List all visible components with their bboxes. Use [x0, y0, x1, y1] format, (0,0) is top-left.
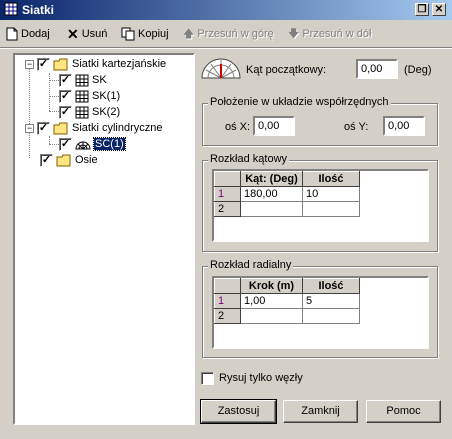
tree-node-cartesian[interactable]: − ✓ Siatki kartezjańskie: [25, 56, 166, 72]
tree-node-sc1[interactable]: ✓ SC(1): [59, 136, 126, 152]
move-up-label: Przesuń w górę: [197, 28, 274, 40]
tree-label: Osie: [75, 154, 98, 166]
sk2-checkbox[interactable]: ✓: [59, 105, 72, 119]
start-angle-input[interactable]: [356, 59, 398, 79]
tree-label: SK(2): [92, 106, 121, 118]
restore-button[interactable]: ❐: [415, 3, 429, 16]
tree-node-axes[interactable]: ✓ Osie: [40, 152, 98, 168]
count-cell[interactable]: 10: [302, 186, 360, 202]
close-dialog-button[interactable]: Zamknij: [283, 400, 358, 423]
app-icon: [4, 2, 18, 16]
angular-group-label: Rozkład kątowy: [208, 153, 290, 165]
step-cell[interactable]: [240, 308, 303, 324]
angle-cell[interactable]: 180,00: [240, 186, 303, 202]
column-header-step[interactable]: Krok (m): [240, 278, 303, 294]
y-axis-label: oś Y:: [344, 121, 369, 133]
row-number[interactable]: 1: [214, 186, 241, 202]
x-axis-input[interactable]: [253, 116, 295, 136]
table-row[interactable]: 2: [214, 308, 360, 324]
move-up-button[interactable]: 🡅 Przesuń w górę: [183, 25, 274, 43]
column-header-angle[interactable]: Kąt: (Deg): [240, 171, 303, 187]
tree-label: Siatki cylindryczne: [72, 122, 163, 134]
folder-icon: [53, 122, 68, 134]
close-button[interactable]: ✕: [432, 3, 446, 16]
radial-table[interactable]: Krok (m) Ilość 1 1,00 5 2: [212, 276, 429, 349]
y-axis-input[interactable]: [383, 116, 425, 136]
tree-label: Siatki kartezjańskie: [72, 58, 167, 70]
column-header-count[interactable]: Ilość: [302, 278, 360, 294]
angle-gauge-icon: [201, 58, 241, 79]
step-cell[interactable]: 1,00: [240, 293, 303, 309]
angular-table[interactable]: Kąt: (Deg) Ilość 1 180,00 10 2: [212, 169, 429, 242]
cartesian-checkbox[interactable]: ✓: [37, 57, 50, 71]
cylindrical-checkbox[interactable]: ✓: [37, 121, 50, 135]
copy-label: Kopiuj: [138, 28, 169, 40]
tree-node-sk2[interactable]: ✓ SK(2): [59, 104, 120, 120]
copy-button[interactable]: Kopiuj: [121, 25, 169, 43]
folder-icon: [53, 58, 68, 70]
add-label: Dodaj: [21, 28, 50, 40]
toolbar-separator: [0, 47, 452, 49]
title-bar[interactable]: [0, 0, 452, 20]
move-down-button[interactable]: 🡇 Przesuń w dół: [288, 25, 371, 43]
count-cell[interactable]: [302, 308, 360, 324]
count-cell[interactable]: 5: [302, 293, 360, 309]
start-angle-unit: (Deg): [404, 64, 432, 76]
tree-label: SK: [92, 74, 107, 86]
delete-button[interactable]: ✕ Usuń: [67, 25, 107, 43]
collapse-icon[interactable]: −: [25, 59, 34, 69]
table-corner: [214, 171, 241, 187]
close-icon: ✕: [434, 4, 444, 15]
restore-icon: ❐: [417, 4, 427, 15]
grid-icon: [75, 106, 89, 118]
tree-node-sk[interactable]: ✓ SK: [59, 72, 107, 88]
apply-button[interactable]: Zastosuj: [200, 399, 277, 424]
grid-tree[interactable]: − ✓ Siatki kartezjańskie ✓ SK ✓ SK(1) ✓ …: [13, 53, 195, 425]
folder-icon: [56, 154, 71, 166]
delete-label: Usuń: [81, 28, 108, 40]
move-down-label: Przesuń w dół: [302, 28, 372, 40]
grid-icon: [75, 74, 89, 86]
axes-checkbox[interactable]: ✓: [40, 153, 53, 167]
row-number[interactable]: 1: [214, 293, 241, 309]
tree-label-selected: SC(1): [93, 137, 126, 151]
table-row[interactable]: 1 180,00 10: [214, 186, 360, 202]
copy-icon: [121, 27, 135, 41]
grid-icon: [75, 90, 89, 102]
table-row[interactable]: 1 1,00 5: [214, 293, 360, 309]
table-row[interactable]: 2: [214, 201, 360, 217]
table-corner: [214, 278, 241, 294]
tree-node-cylindrical[interactable]: − ✓ Siatki cylindryczne: [25, 120, 162, 136]
arrow-down-icon: 🡇: [288, 27, 300, 40]
sc1-checkbox[interactable]: ✓: [59, 137, 72, 151]
column-header-count[interactable]: Ilość: [302, 171, 360, 187]
tree-node-sk1[interactable]: ✓ SK(1): [59, 88, 120, 104]
collapse-icon[interactable]: −: [25, 123, 34, 133]
x-axis-label: oś X:: [225, 121, 251, 133]
radial-group-label: Rozkład radialny: [208, 259, 294, 271]
nodes-only-label[interactable]: Rysuj tylko węzły: [219, 372, 303, 384]
position-group-label: Położenie w układzie współrzędnych: [208, 96, 391, 108]
count-cell[interactable]: [302, 201, 360, 217]
window-title: Siatki: [22, 3, 55, 17]
arrow-up-icon: 🡅: [183, 27, 195, 40]
cylindrical-grid-icon: [75, 141, 91, 149]
sk1-checkbox[interactable]: ✓: [59, 89, 72, 103]
row-number[interactable]: 2: [214, 201, 241, 217]
sk-checkbox[interactable]: ✓: [59, 73, 72, 87]
new-document-icon: [6, 27, 18, 41]
tree-label: SK(1): [92, 90, 121, 102]
start-angle-label: Kąt początkowy:: [246, 64, 327, 76]
angle-cell[interactable]: [240, 201, 303, 217]
row-number[interactable]: 2: [214, 308, 241, 324]
delete-icon: ✕: [67, 25, 79, 42]
help-button[interactable]: Pomoc: [366, 400, 441, 423]
add-button[interactable]: Dodaj: [6, 25, 50, 43]
nodes-only-checkbox[interactable]: [201, 372, 214, 385]
